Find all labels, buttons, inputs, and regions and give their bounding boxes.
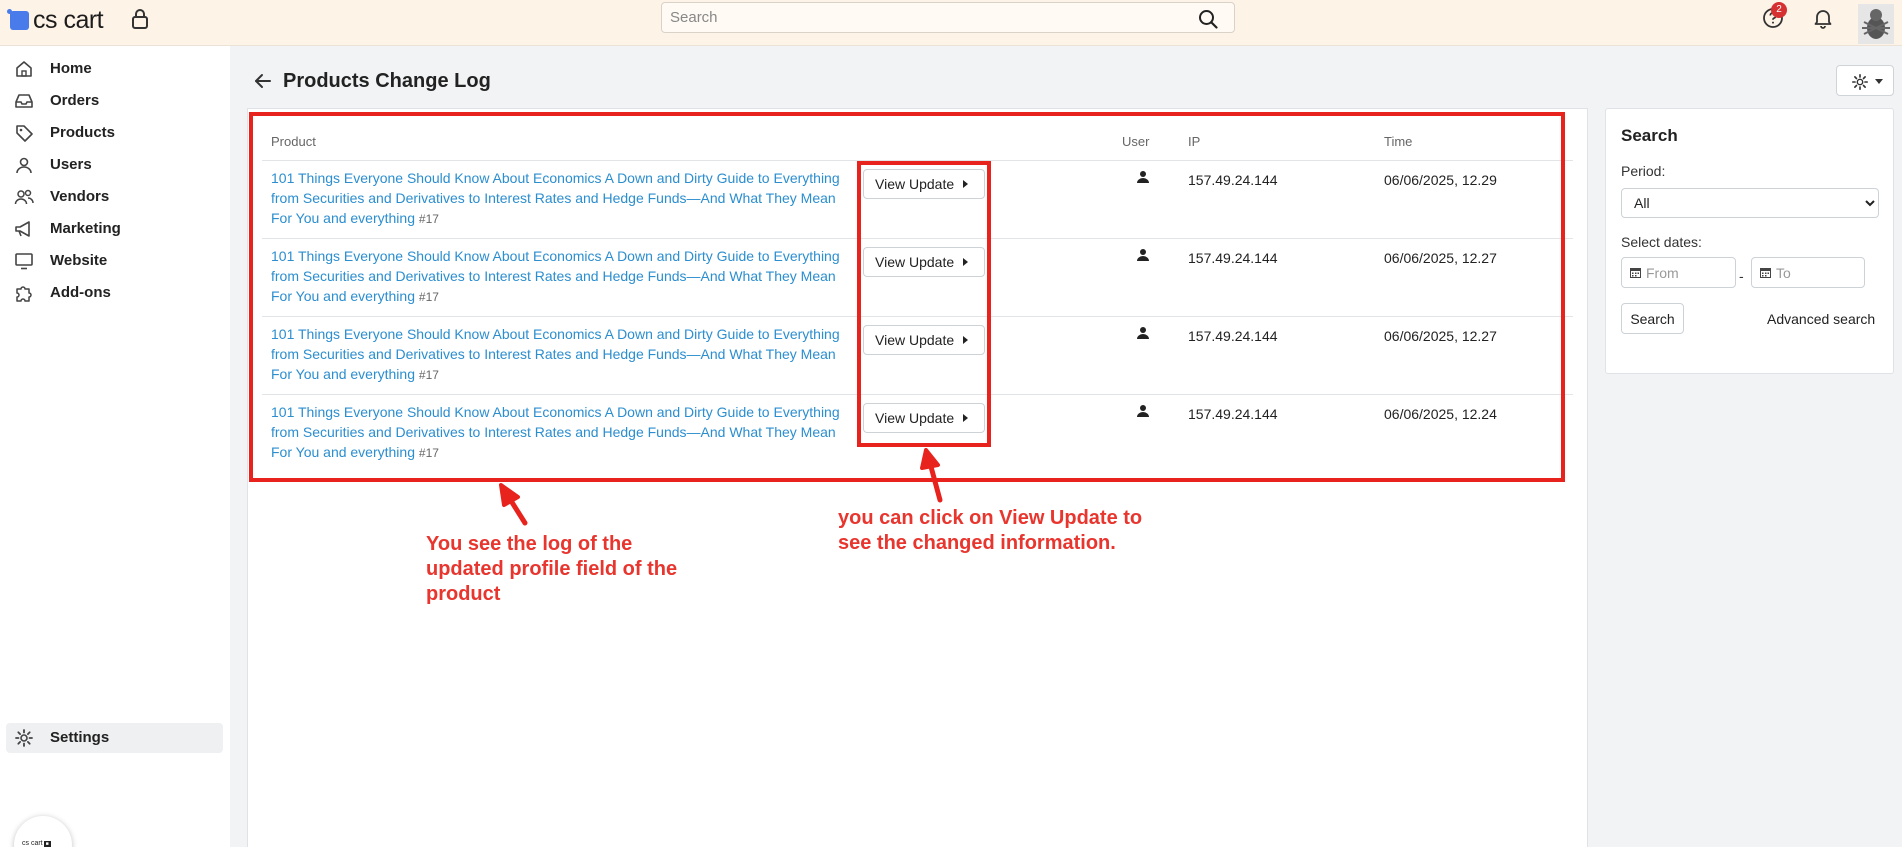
lock-icon[interactable] bbox=[130, 8, 150, 30]
gear-icon bbox=[1851, 73, 1869, 91]
sidebar-item-label: Website bbox=[50, 252, 108, 269]
sidebar-item-orders[interactable]: Orders bbox=[0, 86, 222, 116]
logo-mark-icon: ■ bbox=[43, 841, 51, 847]
date-separator: - bbox=[1739, 268, 1744, 284]
annotation-line: updated profile field of the bbox=[426, 558, 678, 580]
cs-cart-badge-logo[interactable]: cs cart ■ bbox=[14, 816, 72, 847]
top-header: cs cart 2 bbox=[0, 0, 1902, 46]
back-arrow-icon[interactable] bbox=[252, 70, 274, 92]
period-label: Period: bbox=[1621, 163, 1666, 179]
advanced-search-link[interactable]: Advanced search bbox=[1767, 311, 1875, 327]
sidebar-item-label: Users bbox=[50, 156, 92, 173]
tag-icon bbox=[16, 125, 33, 142]
chevron-down-icon bbox=[1875, 79, 1883, 84]
date-from-field[interactable] bbox=[1621, 257, 1736, 288]
annotation-line: You see the log of the bbox=[426, 533, 633, 555]
sidebar-item-website[interactable]: Website bbox=[0, 246, 222, 276]
select-dates-label: Select dates: bbox=[1621, 234, 1702, 250]
puzzle-icon bbox=[16, 286, 32, 302]
annotation-line: product bbox=[426, 583, 501, 605]
annotation-button-highlight bbox=[857, 161, 991, 447]
sidebar: Home Orders Products Users Vendors Marke… bbox=[0, 46, 230, 847]
users-icon bbox=[14, 189, 34, 205]
sidebar-item-label: Home bbox=[50, 60, 92, 77]
logo-mark-icon bbox=[7, 9, 29, 30]
search-submit-button[interactable]: Search bbox=[1621, 303, 1684, 334]
user-icon bbox=[16, 157, 32, 174]
sidebar-item-marketing[interactable]: Marketing bbox=[0, 214, 222, 244]
sidebar-item-label: Orders bbox=[50, 92, 100, 109]
sidebar-item-label: Marketing bbox=[50, 220, 121, 237]
date-to-field[interactable] bbox=[1751, 257, 1865, 288]
monitor-icon bbox=[15, 253, 33, 270]
sidebar-item-users[interactable]: Users bbox=[0, 150, 222, 180]
home-icon bbox=[16, 61, 32, 77]
gear-icon bbox=[15, 729, 33, 747]
global-search bbox=[661, 2, 1235, 33]
page-title: Products Change Log bbox=[283, 70, 491, 92]
search-input[interactable] bbox=[662, 3, 1234, 32]
sidebar-item-add-ons[interactable]: Add-ons bbox=[0, 278, 222, 308]
sidebar-item-settings[interactable]: Settings bbox=[6, 723, 223, 753]
bottom-logo-text: cs cart bbox=[22, 840, 43, 847]
search-panel-title: Search bbox=[1621, 126, 1678, 145]
sidebar-item-home[interactable]: Home bbox=[0, 54, 222, 84]
sidebar-item-label: Add-ons bbox=[50, 284, 111, 301]
help-badge-count: 2 bbox=[1771, 2, 1787, 18]
annotation-line: you can click on View Update to bbox=[838, 507, 1143, 529]
megaphone-icon bbox=[15, 221, 30, 237]
sidebar-item-label: Settings bbox=[50, 729, 110, 746]
bell-icon[interactable] bbox=[1812, 7, 1834, 29]
sidebar-item-label: Products bbox=[50, 124, 116, 141]
cs-cart-logo[interactable]: cs cart bbox=[7, 6, 104, 35]
inbox-icon bbox=[15, 94, 33, 108]
date-to-input[interactable] bbox=[1776, 258, 1856, 287]
user-avatar[interactable] bbox=[1858, 4, 1894, 44]
date-from-input[interactable] bbox=[1646, 258, 1726, 287]
sidebar-item-vendors[interactable]: Vendors bbox=[0, 182, 222, 212]
annotation-view-update-note: you can click on View Update to see the … bbox=[838, 506, 1142, 556]
search-icon[interactable] bbox=[1198, 9, 1218, 29]
sidebar-item-products[interactable]: Products bbox=[0, 118, 222, 148]
period-select[interactable]: All bbox=[1621, 188, 1879, 218]
logo-text: cs cart bbox=[33, 6, 104, 34]
calendar-icon bbox=[1630, 268, 1641, 278]
annotation-line: see the changed information. bbox=[838, 532, 1116, 554]
annotation-log-note: You see the log of the updated profile f… bbox=[426, 532, 677, 607]
sidebar-item-label: Vendors bbox=[50, 188, 110, 205]
settings-dropdown-button[interactable] bbox=[1836, 65, 1894, 96]
calendar-icon bbox=[1760, 268, 1771, 278]
